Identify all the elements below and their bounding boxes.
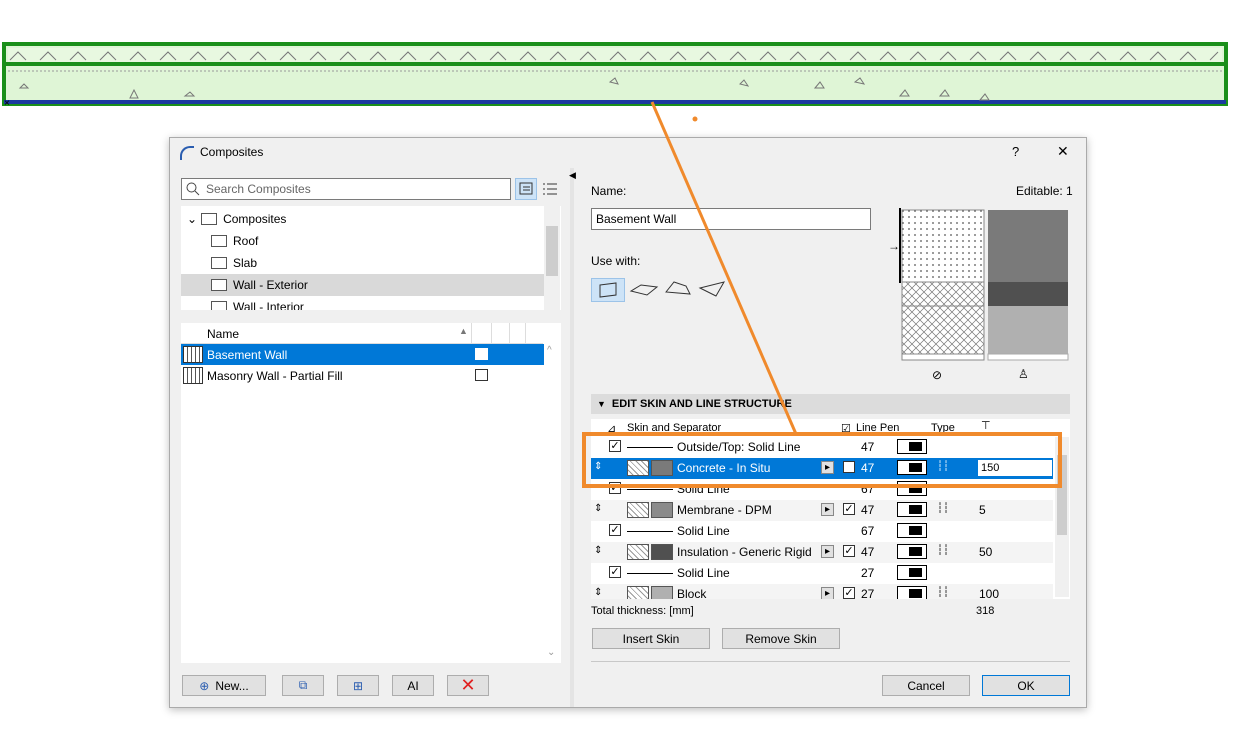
annotation-overlay: [582, 101, 1062, 488]
